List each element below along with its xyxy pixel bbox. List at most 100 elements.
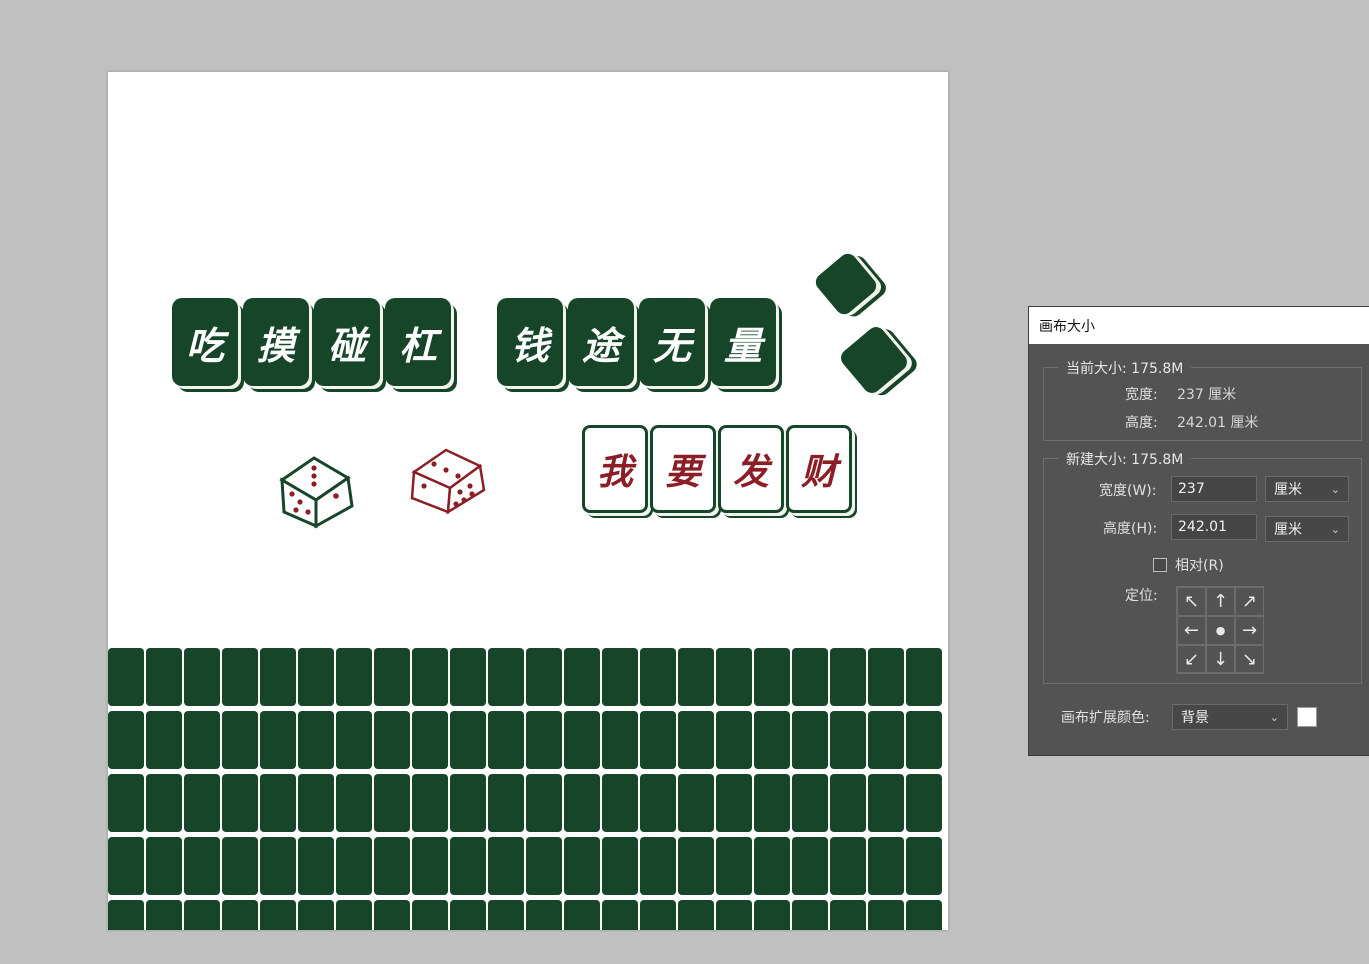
- anchor-center-dot-icon[interactable]: ●: [1206, 616, 1235, 645]
- wall-tile: [298, 711, 334, 769]
- wall-tile: [336, 774, 372, 832]
- wall-tile: [222, 648, 258, 706]
- anchor-label: 定位:: [1125, 588, 1158, 604]
- wall-tile: [108, 837, 144, 895]
- wall-tile: [412, 837, 448, 895]
- wall-tile: [336, 711, 372, 769]
- wall-tile: [336, 648, 372, 706]
- wall-tile: [716, 837, 752, 895]
- wall-tile: [146, 711, 182, 769]
- wall-tile: [488, 711, 524, 769]
- mahjong-tile-chi: 吃: [172, 298, 238, 386]
- flying-tile-2: [837, 323, 911, 397]
- wall-tile: [488, 774, 524, 832]
- wall-tile: [336, 837, 372, 895]
- wall-tile: [450, 774, 486, 832]
- current-height-label: 高度:: [1125, 415, 1158, 431]
- wall-tile: [222, 837, 258, 895]
- wall-tile: [906, 711, 942, 769]
- anchor-arrow-down-left-icon[interactable]: ↙: [1177, 645, 1206, 674]
- height-unit-select[interactable]: 厘米 ⌄: [1265, 516, 1349, 542]
- current-width-value: 237 厘米: [1177, 387, 1237, 403]
- document-canvas[interactable]: 吃 摸 碰 杠 钱 途 无 量 我 要 发 财: [108, 72, 948, 930]
- wall-tile: [526, 648, 562, 706]
- extension-color-swatch[interactable]: [1297, 707, 1317, 727]
- width-unit-select[interactable]: 厘米 ⌄: [1265, 476, 1349, 502]
- anchor-arrow-up-left-icon[interactable]: ↖: [1177, 587, 1206, 616]
- wall-tile: [374, 900, 410, 930]
- wall-tile: [222, 711, 258, 769]
- wall-tile: [564, 774, 600, 832]
- wall-tile: [602, 900, 638, 930]
- wall-tile: [260, 711, 296, 769]
- anchor-arrow-up-icon[interactable]: ↑: [1206, 587, 1235, 616]
- wall-tile: [868, 774, 904, 832]
- dialog-titlebar[interactable]: 画布大小: [1029, 307, 1369, 344]
- height-input-value: 242.01: [1178, 519, 1227, 535]
- wall-tile: [640, 900, 676, 930]
- wall-tile: [184, 711, 220, 769]
- wall-tile: [868, 900, 904, 930]
- wall-tile: [754, 648, 790, 706]
- wall-tile: [336, 900, 372, 930]
- wall-tile: [564, 837, 600, 895]
- wall-tile: [146, 837, 182, 895]
- mahjong-tile-mo: 摸: [243, 298, 309, 386]
- anchor-arrow-left-icon[interactable]: ←: [1177, 616, 1206, 645]
- wall-tile: [450, 711, 486, 769]
- wall-tile: [108, 648, 144, 706]
- wall-tile: [792, 774, 828, 832]
- extension-color-select[interactable]: 背景 ⌄: [1172, 704, 1288, 730]
- wall-tile: [640, 837, 676, 895]
- dice-icon-2: [410, 448, 486, 515]
- mahjong-tile-cai: 财: [786, 425, 852, 513]
- wall-tile: [412, 900, 448, 930]
- wall-tile: [906, 648, 942, 706]
- wall-tile: [108, 774, 144, 832]
- chevron-down-icon: ⌄: [1330, 482, 1340, 496]
- wall-tile: [678, 837, 714, 895]
- wall-tile: [450, 648, 486, 706]
- wall-tile: [526, 900, 562, 930]
- width-input[interactable]: 237: [1171, 476, 1257, 502]
- height-input[interactable]: 242.01: [1171, 514, 1257, 540]
- wall-tile: [146, 900, 182, 930]
- wall-tile: [450, 900, 486, 930]
- wall-tile: [602, 711, 638, 769]
- wall-tile: [868, 648, 904, 706]
- wall-tile: [184, 648, 220, 706]
- new-height-label: 高度(H):: [1103, 521, 1158, 537]
- anchor-arrow-up-right-icon[interactable]: ↗: [1235, 587, 1264, 616]
- anchor-arrow-right-icon[interactable]: →: [1235, 616, 1264, 645]
- wall-tile: [298, 648, 334, 706]
- chevron-down-icon: ⌄: [1330, 522, 1340, 536]
- wall-tile: [374, 648, 410, 706]
- wall-tile: [298, 900, 334, 930]
- wall-tile: [868, 711, 904, 769]
- wall-tile: [564, 711, 600, 769]
- wall-tile: [602, 648, 638, 706]
- wall-tile: [716, 774, 752, 832]
- wall-tile: [222, 774, 258, 832]
- wall-tile: [754, 711, 790, 769]
- wall-tile: [754, 837, 790, 895]
- wall-tile: [260, 774, 296, 832]
- wall-tile: [678, 648, 714, 706]
- wall-tile: [602, 837, 638, 895]
- wall-tile: [602, 774, 638, 832]
- relative-label[interactable]: 相对(R): [1175, 555, 1224, 575]
- wall-tile: [184, 900, 220, 930]
- anchor-arrow-down-right-icon[interactable]: ↘: [1235, 645, 1264, 674]
- wall-tile: [184, 774, 220, 832]
- relative-checkbox[interactable]: [1153, 558, 1167, 572]
- wall-tile: [260, 648, 296, 706]
- wall-tile: [716, 900, 752, 930]
- wall-tile: [830, 900, 866, 930]
- anchor-grid: ↖ ↑ ↗ ← ● → ↙ ↓ ↘: [1176, 586, 1264, 674]
- wall-tile: [678, 711, 714, 769]
- anchor-arrow-down-icon[interactable]: ↓: [1206, 645, 1235, 674]
- width-input-value: 237: [1178, 481, 1205, 497]
- wall-tile: [868, 837, 904, 895]
- mahjong-tile-tu: 途: [568, 298, 634, 386]
- wall-tile: [146, 774, 182, 832]
